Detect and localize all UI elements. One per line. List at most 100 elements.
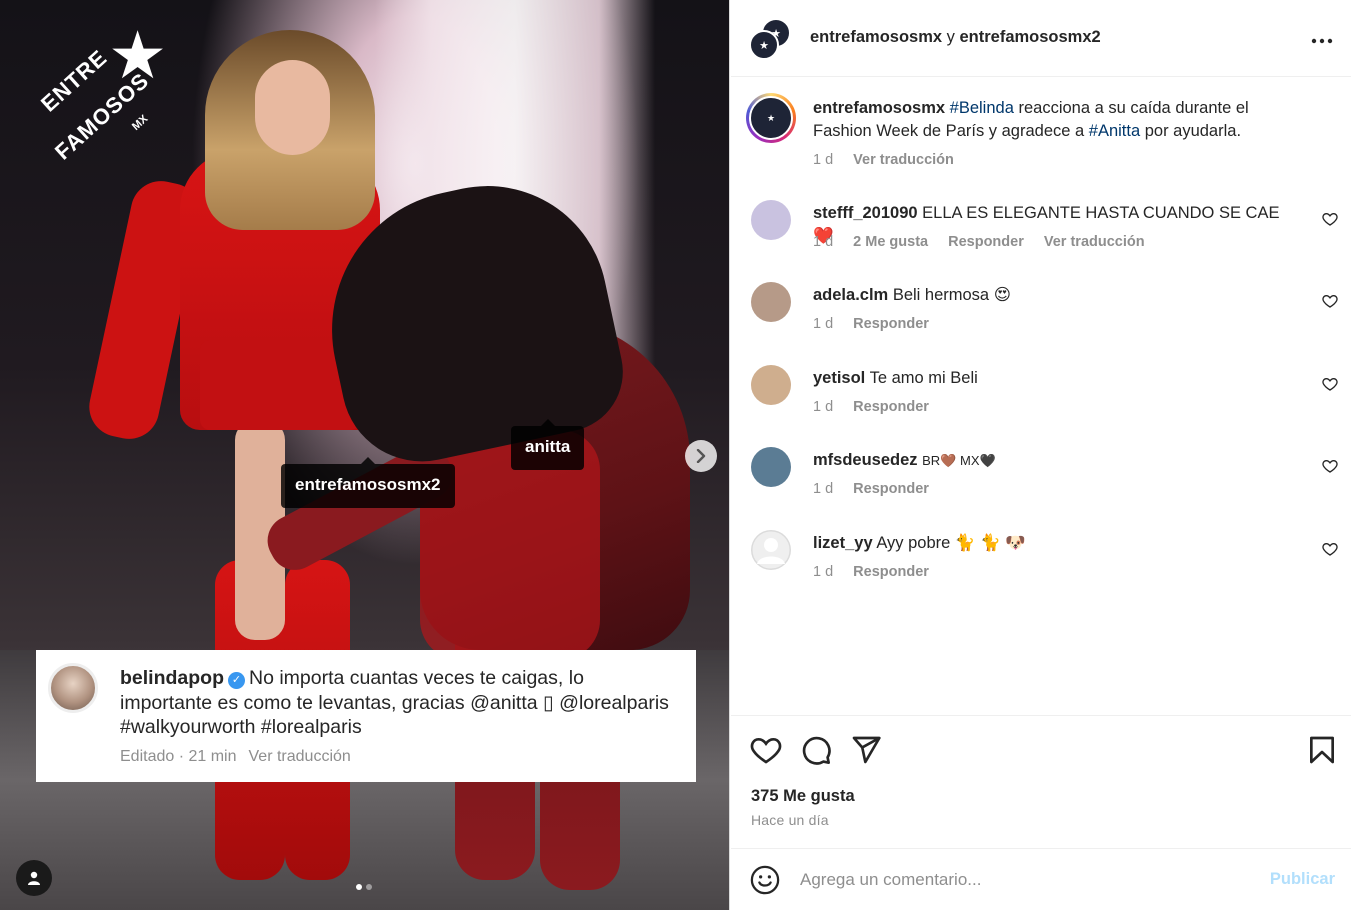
- logo-word-mx: MX: [130, 112, 151, 133]
- post-actions: 375 Me gusta Hace un día: [731, 715, 1351, 870]
- post-media[interactable]: ★ ENTRE FAMOSOS MX anitta entrefamososmx…: [0, 0, 730, 910]
- heart-icon[interactable]: [1322, 458, 1338, 474]
- comment-text: mfsdeusedez BR🤎 MX🖤: [813, 449, 1303, 472]
- comment-item: yetisol Te amo mi Beli 1 d Responder: [731, 364, 1351, 428]
- chevron-right-icon: [696, 449, 706, 463]
- comment-username[interactable]: lizet_yy: [813, 534, 873, 552]
- caption-text: entrefamososmx #Belinda reacciona a su c…: [813, 97, 1303, 143]
- collab-avatars[interactable]: ★ ★: [749, 18, 793, 62]
- translate-link[interactable]: Ver traducción: [853, 152, 954, 168]
- emoji-smile-icon[interactable]: [750, 865, 780, 895]
- comment-emoji: 🐈 🐈 🐶: [954, 534, 1026, 552]
- quoted-username: belindapop: [120, 667, 224, 689]
- comment-body: ELLA ES ELEGANTE HASTA CUANDO SE CAE: [922, 204, 1280, 222]
- comment-emoji: 😍: [993, 286, 1011, 304]
- comment-bubble-icon[interactable]: [800, 734, 832, 766]
- comment-item: mfsdeusedez BR🤎 MX🖤 1 d Responder: [731, 446, 1351, 510]
- comment-body: Ayy pobre: [876, 534, 951, 552]
- more-options-button[interactable]: [1311, 24, 1333, 50]
- carousel-indicator: [356, 884, 372, 890]
- comment-text: lizet_yy Ayy pobre 🐈 🐈 🐶: [813, 532, 1303, 555]
- quoted-comment-text: belindapop ✓ No importa cuantas veces te c…: [120, 666, 678, 740]
- translate-link[interactable]: Ver traducción: [1044, 234, 1145, 250]
- quoted-comment-time: Editado · 21 min: [120, 747, 237, 765]
- post-header: ★ ★ entrefamososmx y entrefamososmx2: [731, 0, 1351, 77]
- reply-button[interactable]: Responder: [853, 316, 929, 332]
- reply-button[interactable]: Responder: [853, 481, 929, 497]
- caption-age: 1 d: [813, 152, 834, 168]
- quoted-comment-meta: Editado · 21 min Ver traducción: [120, 748, 678, 766]
- comment-item: stefff_201090 ELLA ES ELEGANTE HASTA CUA…: [731, 199, 1351, 263]
- reply-button[interactable]: Responder: [948, 234, 1024, 250]
- avatar[interactable]: [751, 530, 791, 570]
- quoted-comment-card: belindapop ✓ No importa cuantas veces te c…: [36, 650, 696, 782]
- author-link-2[interactable]: entrefamososmx2: [959, 28, 1100, 46]
- user-tag-entrefamososmx2[interactable]: entrefamososmx2: [281, 457, 455, 508]
- author-link-1[interactable]: entrefamososmx: [810, 28, 942, 46]
- share-paper-plane-icon[interactable]: [850, 734, 882, 766]
- heart-icon[interactable]: [1322, 541, 1338, 557]
- tagged-people-button[interactable]: [16, 860, 52, 896]
- comment-age: 1 d: [813, 564, 834, 580]
- avatar[interactable]: [751, 447, 791, 487]
- avatar[interactable]: [751, 282, 791, 322]
- comment-age: 1 d: [813, 481, 834, 497]
- entrefamosos-logo-icon: ★: [749, 96, 793, 140]
- comment-body: Te amo mi Beli: [869, 369, 978, 387]
- reply-button[interactable]: Responder: [853, 399, 929, 415]
- post-caption: ★ entrefamososmx #Belinda reacciona a su…: [731, 93, 1351, 173]
- avatar[interactable]: ★: [746, 93, 796, 143]
- comment-meta: 1 d Responder: [813, 316, 949, 332]
- comment-body: BR🤎 MX🖤: [922, 453, 996, 468]
- post-timestamp: Hace un día: [751, 812, 829, 828]
- more-horizontal-icon: [1311, 38, 1333, 44]
- comment-username[interactable]: yetisol: [813, 369, 865, 387]
- comment-meta: 1 d Responder: [813, 564, 949, 580]
- reply-button[interactable]: Responder: [853, 564, 929, 580]
- person-icon: [28, 871, 40, 885]
- post-details-panel: ★ ★ entrefamososmx y entrefamososmx2 ★ e…: [731, 0, 1351, 910]
- user-tag-anitta[interactable]: anitta: [511, 419, 585, 470]
- caption-body-end: por ayudarla.: [1140, 122, 1242, 140]
- entrefamosos-logo: ★ ENTRE FAMOSOS MX: [30, 22, 167, 165]
- carousel-dot-active: [356, 884, 362, 890]
- add-comment-bar: Publicar: [731, 848, 1351, 910]
- heart-icon[interactable]: [1322, 293, 1338, 309]
- comment-body: Beli hermosa: [892, 286, 990, 304]
- comment-age: 1 d: [813, 234, 834, 250]
- comment-input[interactable]: [800, 865, 1240, 895]
- comment-username[interactable]: adela.clm: [813, 286, 888, 304]
- post-author-names: entrefamososmx y entrefamososmx2: [810, 28, 1101, 47]
- caption-meta: 1 d Ver traducción: [813, 152, 974, 168]
- heart-icon[interactable]: [1322, 211, 1338, 227]
- comment-meta: 1 d Responder: [813, 481, 949, 497]
- avatar[interactable]: [751, 200, 791, 240]
- comment-likes-link[interactable]: 2 Me gusta: [853, 234, 928, 250]
- publish-button[interactable]: Publicar: [1270, 870, 1335, 889]
- comment-age: 1 d: [813, 399, 834, 415]
- avatar: ★: [749, 30, 779, 60]
- comment-username[interactable]: stefff_201090: [813, 204, 918, 222]
- carousel-next-button[interactable]: [685, 440, 717, 472]
- author-conjunction: y: [942, 28, 960, 46]
- comment-item: lizet_yy Ayy pobre 🐈 🐈 🐶 1 d Responder: [731, 529, 1351, 593]
- verified-badge-icon: ✓: [228, 672, 245, 689]
- heart-icon[interactable]: [1322, 376, 1338, 392]
- avatar[interactable]: [751, 365, 791, 405]
- comment-meta: 1 d 2 Me gusta Responder Ver traducción: [813, 234, 1165, 250]
- avatar: [48, 663, 98, 713]
- caption-username[interactable]: entrefamososmx: [813, 99, 945, 117]
- hashtag-link[interactable]: #Belinda: [950, 99, 1014, 117]
- comment-text: adela.clm Beli hermosa 😍: [813, 284, 1303, 307]
- likes-count[interactable]: 375 Me gusta: [751, 787, 855, 806]
- comment-username[interactable]: mfsdeusedez: [813, 451, 918, 469]
- comment-age: 1 d: [813, 316, 834, 332]
- figure-face: [255, 60, 330, 155]
- save-bookmark-icon[interactable]: [1306, 734, 1338, 766]
- comment-text: yetisol Te amo mi Beli: [813, 367, 1303, 390]
- like-heart-icon[interactable]: [750, 734, 782, 766]
- comment-meta: 1 d Responder: [813, 399, 949, 415]
- quoted-translate-link: Ver traducción: [248, 747, 351, 765]
- hashtag-link[interactable]: #Anitta: [1089, 122, 1140, 140]
- default-avatar-icon: [751, 530, 791, 570]
